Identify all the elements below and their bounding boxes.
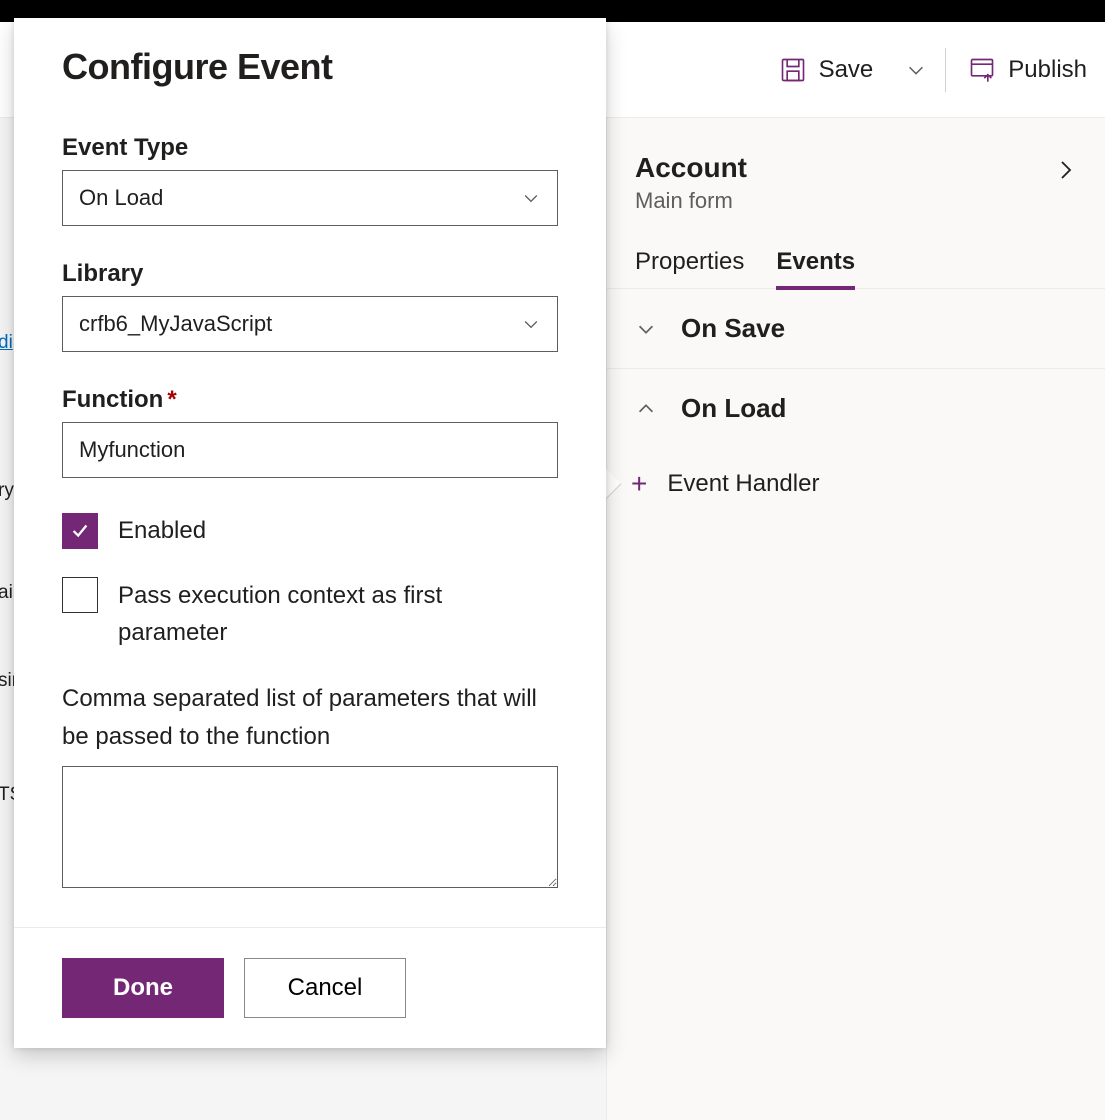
dialog-footer: Done Cancel	[14, 927, 606, 1048]
section-label: On Save	[681, 313, 785, 344]
cancel-button[interactable]: Cancel	[244, 958, 406, 1018]
entity-subtitle: Main form	[635, 188, 747, 214]
entity-title: Account	[635, 152, 747, 184]
save-icon	[779, 56, 807, 84]
add-handler-label: Event Handler	[667, 470, 819, 498]
add-event-handler[interactable]: + Event Handler	[607, 448, 1105, 520]
library-value: crfb6_MyJavaScript	[79, 311, 272, 337]
function-input[interactable]	[62, 422, 558, 478]
pass-execution-context-label: Pass execution context as first paramete…	[118, 577, 558, 651]
parameters-textarea[interactable]	[62, 766, 558, 888]
save-button[interactable]: Save	[761, 42, 892, 98]
enabled-label: Enabled	[118, 512, 206, 549]
plus-icon: +	[631, 468, 647, 500]
library-select[interactable]: crfb6_MyJavaScript	[62, 296, 558, 352]
event-type-select[interactable]: On Load	[62, 170, 558, 226]
publish-button[interactable]: Publish	[950, 42, 1105, 98]
save-dropdown-chevron[interactable]	[891, 59, 941, 81]
chevron-up-icon	[635, 398, 657, 420]
event-type-value: On Load	[79, 185, 163, 211]
dialog-title: Configure Event	[62, 46, 558, 88]
tab-events[interactable]: Events	[776, 248, 855, 290]
chevron-down-icon	[905, 59, 927, 81]
parameters-label: Comma separated list of parameters that …	[62, 680, 558, 757]
chevron-down-icon	[521, 314, 541, 334]
enabled-checkbox[interactable]	[62, 513, 98, 549]
tab-properties[interactable]: Properties	[635, 248, 744, 288]
chevron-down-icon	[521, 188, 541, 208]
pass-execution-context-checkbox[interactable]	[62, 577, 98, 613]
publish-label: Publish	[1008, 56, 1087, 84]
chevron-down-icon	[635, 318, 657, 340]
save-label: Save	[819, 56, 874, 84]
configure-event-dialog: Configure Event Event Type On Load Libra…	[14, 18, 606, 1048]
chevron-right-icon	[1053, 158, 1077, 182]
section-on-save[interactable]: On Save	[607, 289, 1105, 369]
event-type-label: Event Type	[62, 134, 558, 162]
panel-tabs: Properties Events	[607, 248, 1105, 289]
library-label: Library	[62, 260, 558, 288]
properties-panel: Account Main form Properties Events On S…	[606, 118, 1105, 1120]
panel-collapse-chevron[interactable]	[1053, 158, 1077, 182]
background-left-strip: di ry ai sir TS	[0, 22, 14, 1120]
section-label: On Load	[681, 393, 786, 424]
function-label: Function*	[62, 386, 558, 414]
section-on-load[interactable]: On Load	[607, 369, 1105, 448]
required-asterisk: *	[167, 386, 176, 413]
done-button[interactable]: Done	[62, 958, 224, 1018]
publish-icon	[968, 56, 996, 84]
check-icon	[69, 520, 91, 542]
separator	[945, 48, 946, 92]
